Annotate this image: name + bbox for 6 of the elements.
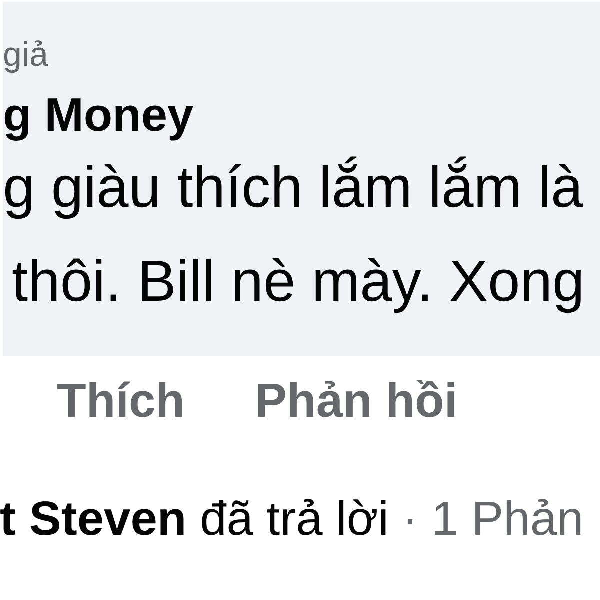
author-role-label: giả (3, 35, 48, 75)
comment-action-button[interactable]: Phản hồi (255, 374, 458, 430)
view-replies-link[interactable]: t Steven đã trả lời · 1 Phản (0, 492, 584, 548)
comment-text: g giàu thích lắm lắm là thôi. Bill nè mày. Xong (3, 154, 585, 316)
author-name[interactable]: g Money (3, 89, 194, 141)
comment-action-button[interactable]: Thích (57, 374, 185, 430)
